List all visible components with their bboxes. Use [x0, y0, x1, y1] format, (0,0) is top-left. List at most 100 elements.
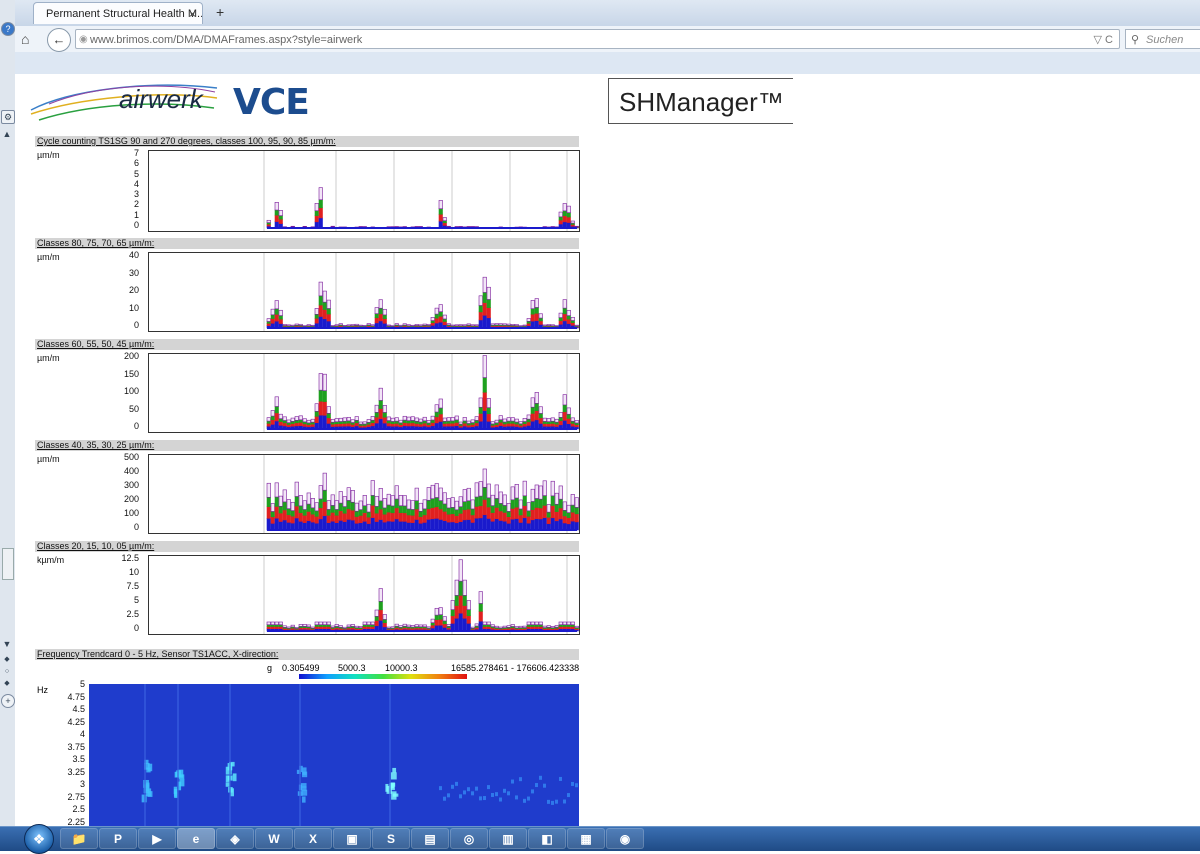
spectrogram-hotspot	[179, 779, 184, 786]
taskbar-app-1[interactable]: 📁	[60, 828, 98, 849]
stacked-bar-segment	[379, 488, 383, 500]
stacked-bar-segment	[319, 622, 323, 625]
stacked-bar-segment	[363, 627, 367, 629]
stacked-bar-segment	[343, 522, 347, 530]
tab-active[interactable]: Permanent Structural Health M... ×	[33, 2, 203, 24]
stacked-bar-segment	[271, 511, 275, 516]
stacked-bar-segment	[547, 512, 551, 517]
new-tab-button[interactable]: +	[216, 4, 224, 20]
stacked-bar-segment	[323, 291, 327, 302]
stacked-bar-segment	[319, 519, 323, 530]
taskbar-app-10[interactable]: ▤	[411, 828, 449, 849]
stacked-bar-segment	[551, 518, 555, 530]
stacked-bar-segment	[455, 523, 459, 530]
y-tick-label: 3	[99, 189, 139, 199]
stacked-bar-segment	[511, 508, 515, 519]
nav-prev-icon[interactable]: ◆	[1, 654, 13, 666]
stacked-bar-segment	[315, 308, 319, 314]
stacked-bar-segment	[451, 522, 455, 530]
taskbar-app-8[interactable]: ▣	[333, 828, 371, 849]
stacked-bar-segment	[515, 507, 519, 518]
stacked-bar-segment	[295, 627, 299, 628]
stacked-bar-segment	[299, 521, 303, 530]
stacked-bar-segment	[383, 315, 387, 319]
stacked-bar-segment	[307, 420, 311, 423]
stacked-bar-segment	[351, 490, 355, 502]
stacked-bar-segment	[303, 523, 307, 530]
stacked-bar-segment	[443, 218, 447, 221]
stacked-bar-segment	[443, 621, 447, 624]
stacked-bar-segment	[543, 325, 547, 326]
stacked-bar-segment	[399, 325, 403, 326]
taskbar-app-6[interactable]: W	[255, 828, 293, 849]
stacked-bar-segment	[439, 414, 443, 422]
y-tick-label: 40	[99, 250, 139, 260]
stacked-bar-segment	[407, 421, 411, 423]
stacked-bar-segment	[427, 500, 431, 508]
stacked-bar-segment	[479, 482, 483, 497]
taskbar-app-14[interactable]: ▦	[567, 828, 605, 849]
stacked-bar-segment	[275, 483, 279, 497]
stacked-bar-segment	[535, 403, 539, 410]
taskbar-app-9[interactable]: S	[372, 828, 410, 849]
taskbar-app-3[interactable]: ▶	[138, 828, 176, 849]
stacked-bar-segment	[535, 411, 539, 420]
stacked-bar-segment	[467, 501, 471, 509]
stacked-bar-segment	[519, 515, 523, 523]
taskbar-app-7[interactable]: X	[294, 828, 332, 849]
scroll-down-arrow-icon[interactable]: ▼	[1, 638, 13, 650]
nav-next-icon[interactable]: ◆	[1, 678, 13, 690]
stacked-bar-segment	[459, 513, 463, 521]
stacked-bar-segment	[351, 510, 355, 520]
stacked-bar-segment	[275, 321, 279, 328]
stacked-bar-segment	[563, 308, 567, 314]
stacked-bar-segment	[483, 315, 487, 328]
stacked-bar-segment	[327, 509, 331, 515]
help-icon[interactable]: ?	[1, 22, 15, 36]
hz-tick-label: 4.5	[45, 704, 85, 714]
y-tick-label: 0	[99, 522, 139, 532]
spectrogram-band	[467, 787, 470, 791]
search-input[interactable]: ⚲ Suchen	[1125, 29, 1200, 49]
zoom-in-icon[interactable]: +	[1, 694, 15, 708]
taskbar-app-2[interactable]: P	[99, 828, 137, 849]
tool-icon[interactable]: ⚙	[1, 110, 15, 124]
url-bar[interactable]: ◉ www.brimos.com/DMA/DMAFrames.aspx?styl…	[75, 29, 1120, 49]
spectrogram-band	[459, 794, 462, 798]
stacked-bar-segment	[575, 420, 579, 423]
stacked-bar-segment	[567, 310, 571, 315]
stacked-bar-segment	[411, 523, 415, 530]
stacked-bar-segment	[451, 616, 455, 624]
stacked-bar-segment	[347, 488, 351, 501]
hz-tick-label: 3.25	[45, 767, 85, 777]
stacked-bar-segment	[267, 319, 271, 322]
stacked-bar-segment	[475, 483, 479, 497]
stacked-bar-segment	[431, 423, 435, 426]
reload-icon[interactable]: ▽ C	[1094, 30, 1113, 50]
taskbar-app-5[interactable]: ◈	[216, 828, 254, 849]
stacked-bar-segment	[551, 481, 555, 496]
taskbar-app-11[interactable]: ◎	[450, 828, 488, 849]
taskbar-app-13[interactable]: ◧	[528, 828, 566, 849]
scrollbar-thumb[interactable]	[2, 548, 14, 580]
back-button[interactable]: ←	[47, 28, 71, 52]
stacked-bar-segment	[271, 517, 275, 524]
stacked-bar-segment	[319, 373, 323, 390]
stacked-bar-segment	[495, 626, 499, 627]
close-icon[interactable]: ×	[189, 3, 196, 24]
scroll-up-arrow-icon[interactable]: ▲	[1, 128, 13, 140]
stacked-bar-segment	[367, 424, 371, 426]
nav-select-icon[interactable]: ○	[1, 666, 13, 678]
stacked-bar-segment	[271, 309, 275, 315]
taskbar-app-12[interactable]: ▥	[489, 828, 527, 849]
home-icon[interactable]: ⌂	[21, 31, 29, 47]
stacked-bar-segment	[447, 522, 451, 530]
stacked-bar-segment	[311, 522, 315, 530]
stacked-bar-segment	[279, 506, 283, 513]
stacked-bar-segment	[463, 595, 467, 605]
taskbar-app-15[interactable]: ◉	[606, 828, 644, 849]
stacked-bar-segment	[495, 498, 499, 507]
stacked-bar-segment	[451, 623, 455, 631]
stacked-bar-segment	[363, 495, 367, 505]
taskbar-app-4[interactable]: e	[177, 828, 215, 849]
